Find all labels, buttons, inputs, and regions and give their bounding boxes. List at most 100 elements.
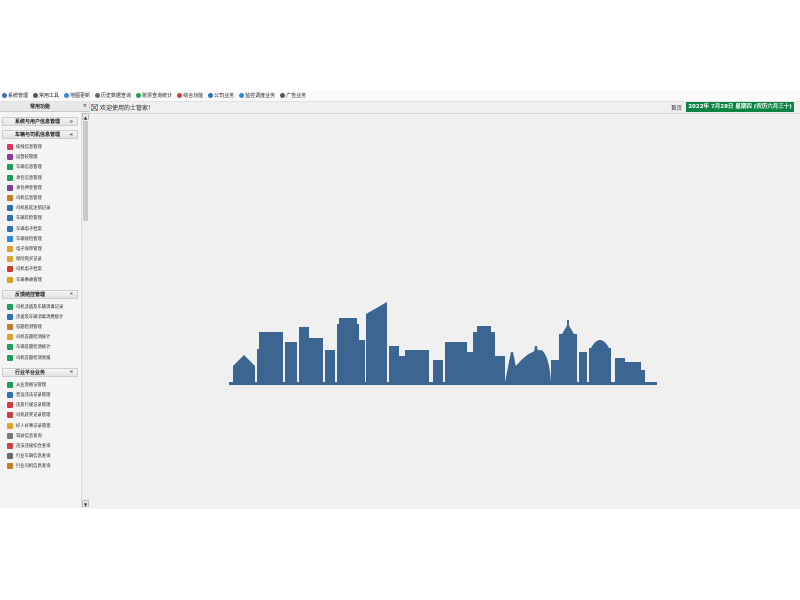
sidebar-item[interactable]: 保险购买记录 xyxy=(7,254,78,264)
sidebar-item[interactable]: 车辆保险管理 xyxy=(7,234,78,244)
sidebar-item[interactable]: 电子保单管理 xyxy=(7,244,78,254)
sidebar-close-button[interactable]: × xyxy=(83,103,87,109)
sidebar-item[interactable]: 承包押金管理 xyxy=(7,183,78,193)
sidebar-group-label: 反馈结控管理 xyxy=(15,291,46,298)
sidebar-item[interactable]: 行业车辆信息查询 xyxy=(7,451,78,461)
sidebar-item[interactable]: 驾驶信息查询 xyxy=(7,431,78,441)
coin-icon xyxy=(136,93,142,98)
app-tab-icon xyxy=(91,103,98,111)
menu-item-label: 地图更新 xyxy=(70,93,91,99)
menu-item-label: 综合功能 xyxy=(183,93,204,99)
sidebar: 常用功能 × 系统与用户信息管理» 车辆与司机信息管理 «核线信息管理 运营权管理 车辆… xyxy=(0,102,90,508)
sidebar-item[interactable]: 司机抵延注销记录 xyxy=(7,203,78,213)
sidebar-item-label: 答题检测管理 xyxy=(16,325,42,331)
sidebar-item[interactable]: 车辆答题检测统计 xyxy=(7,342,78,352)
sidebar-item[interactable]: 司机信息管理 xyxy=(7,193,78,203)
scroll-thumb[interactable] xyxy=(83,121,88,221)
sidebar-group: 反馈结控管理 « 司机涉盗及车辆消毒记录 涉盗及车辆消毒消费统计 答题检测管理 司机答题检… xyxy=(2,289,78,364)
sidebar-item[interactable]: 运营权管理 xyxy=(7,152,78,162)
sidebar-item-icon xyxy=(7,235,13,242)
menu-item-label: 历史数据查询 xyxy=(101,93,132,99)
menu-item[interactable]: 监控调度业务 xyxy=(239,92,275,99)
sidebar-item[interactable]: 好人好事记录管理 xyxy=(7,421,78,431)
sidebar-item[interactable]: 行业司机信息查询 xyxy=(7,461,78,471)
sidebar-group-header[interactable]: 反馈结控管理 « xyxy=(2,289,78,299)
sidebar-item-icon xyxy=(7,402,13,409)
sidebar-item[interactable]: 车辆事故管理 xyxy=(7,274,78,284)
globe-icon xyxy=(64,93,70,98)
city-skyline-illustration xyxy=(229,302,657,385)
sidebar-item-label: 司机信息管理 xyxy=(16,196,42,202)
home-link[interactable]: 首页 xyxy=(671,104,682,112)
sidebar-item[interactable]: 司机获奖记录管理 xyxy=(7,410,78,420)
sidebar-item-label: 承包信息管理 xyxy=(16,175,42,181)
sidebar-item[interactable]: 违法违规综合查询 xyxy=(7,441,78,451)
main-area: 欢迎使用的士管家！ 首页 2022年 7月28日 星期四 (农历六月三十) xyxy=(89,102,800,509)
sidebar-group-header[interactable]: 车辆与司机信息管理 « xyxy=(2,130,78,139)
sidebar-item-icon xyxy=(7,344,13,351)
wrench-icon xyxy=(33,93,39,98)
skyline-dome xyxy=(591,340,609,348)
sidebar-item[interactable]: 核线信息管理 xyxy=(7,142,78,152)
sidebar-group-header[interactable]: 系统与用户信息管理 » xyxy=(2,117,78,126)
sidebar-item[interactable]: 司机电子档案 xyxy=(7,264,78,274)
menu-bar: 系统管理 常用工具 地图更新 历史数据查询 账票查询统计 综合功能 公司业务 监控调度业务 广告… xyxy=(0,90,800,102)
menu-item[interactable]: 系统管理 xyxy=(2,92,28,99)
sidebar-item[interactable]: 涉盗及车辆消毒消费统计 xyxy=(7,312,78,322)
sidebar-item-label: 从业资格证管理 xyxy=(16,382,47,388)
menu-item[interactable]: 广告业务 xyxy=(280,92,306,99)
clock-icon xyxy=(95,93,101,98)
sidebar-item[interactable]: 司机涉盗及车辆消毒记录 xyxy=(7,302,78,312)
skyline-building xyxy=(339,318,357,324)
menu-item[interactable]: 账票查询统计 xyxy=(136,92,172,99)
sidebar-item[interactable]: 车辆年检管理 xyxy=(7,213,78,223)
sidebar-group: 车辆与司机信息管理 «核线信息管理 运营权管理 车辆信息管理 承包信息管理 承包押金管理司… xyxy=(2,130,78,286)
skyline-building xyxy=(359,340,365,382)
skyline-building xyxy=(309,338,323,382)
sidebar-item[interactable]: 车辆电子档案 xyxy=(7,224,78,234)
sidebar-item-label: 车辆信息管理 xyxy=(16,165,42,171)
sidebar-item-label: 车辆保险管理 xyxy=(16,236,42,242)
sidebar-item-label: 营运违法记录管理 xyxy=(16,393,51,399)
sidebar-group-header[interactable]: 行业平台业务 « xyxy=(2,367,78,377)
collapse-toggle-icon[interactable]: » xyxy=(70,119,73,125)
grid-icon xyxy=(177,93,183,98)
sidebar-item[interactable]: 司机答题检测周报 xyxy=(7,353,78,363)
sidebar-item-icon xyxy=(7,453,13,460)
sidebar-item[interactable]: 营运违法记录管理 xyxy=(7,390,78,400)
collapse-toggle-icon[interactable]: « xyxy=(70,369,73,375)
menu-item[interactable]: 常用工具 xyxy=(33,92,59,99)
skyline-building xyxy=(637,370,645,382)
sidebar-item[interactable]: 司机答题检测统计 xyxy=(7,332,78,342)
collapse-toggle-icon[interactable]: « xyxy=(70,132,73,138)
scroll-down-button[interactable]: ▼ xyxy=(82,500,89,507)
skyline-building xyxy=(473,332,495,382)
sidebar-item-icon xyxy=(7,164,13,171)
sidebar-item[interactable]: 承包信息管理 xyxy=(7,173,78,183)
sidebar-item[interactable]: 答题检测管理 xyxy=(7,322,78,332)
skyline-building xyxy=(467,352,473,382)
skyline-building xyxy=(567,320,569,326)
sidebar-item-label: 司机答题检测周报 xyxy=(16,355,51,361)
sidebar-item[interactable]: 车辆信息管理 xyxy=(7,162,78,172)
menu-item[interactable]: 综合功能 xyxy=(177,92,203,99)
skyline-building xyxy=(445,342,467,382)
sidebar-item-label: 车辆年检管理 xyxy=(16,216,42,222)
sidebar-group-label: 车辆与司机信息管理 xyxy=(15,132,61,138)
menu-item[interactable]: 公司业务 xyxy=(208,92,234,99)
skyline-building xyxy=(559,334,577,382)
menu-item[interactable]: 历史数据查询 xyxy=(95,92,131,99)
sidebar-item-label: 车辆电子档案 xyxy=(16,226,42,232)
scroll-up-button[interactable]: ▲ xyxy=(82,113,89,120)
sidebar-item-icon xyxy=(7,354,13,361)
sidebar-item-icon xyxy=(7,442,13,449)
skyline-house xyxy=(233,355,255,382)
sidebar-scrollbar[interactable]: ▲ ▼ xyxy=(81,113,89,507)
menu-item[interactable]: 地图更新 xyxy=(64,92,90,99)
sidebar-item[interactable]: 违反行规记录管理 xyxy=(7,400,78,410)
sidebar-item-label: 违反行规记录管理 xyxy=(16,403,51,409)
collapse-toggle-icon[interactable]: « xyxy=(70,291,73,297)
welcome-tab[interactable]: 欢迎使用的士管家！ xyxy=(100,103,154,112)
sidebar-item[interactable]: 从业资格证管理 xyxy=(7,380,78,390)
date-badge: 2022年 7月28日 星期四 (农历六月三十) xyxy=(686,102,794,112)
